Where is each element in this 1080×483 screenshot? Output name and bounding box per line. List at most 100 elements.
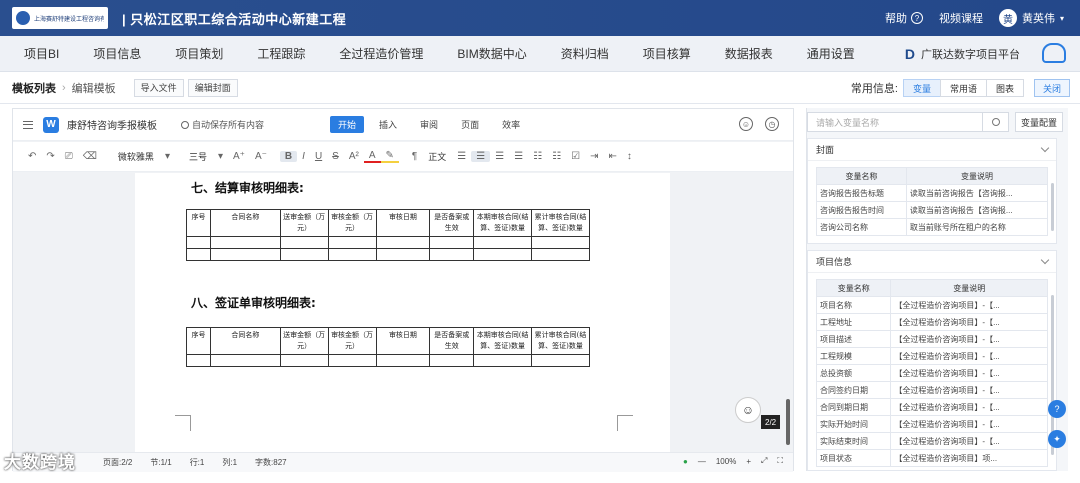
tab-start[interactable]: 开始 (330, 116, 365, 133)
font-shrink-icon[interactable]: A⁻ (250, 151, 272, 162)
font-color-icon[interactable]: A (363, 150, 381, 163)
highlight-icon[interactable]: ✎ (380, 150, 399, 163)
format-toolbar: ↶ ↷ ⎚ ⌫ 微软雅黑 ▾ 三号 ▾ A⁺ A⁻ B I U S A² A ✎… (13, 142, 793, 172)
nav-item-project-info[interactable]: 项目信息 (76, 36, 158, 72)
search-button[interactable] (983, 112, 1009, 132)
table-row[interactable]: 咨询公司名称 取当前账号所在租户的名称 (816, 218, 1049, 236)
sync-status-icon[interactable]: ● (683, 457, 688, 466)
table-row[interactable]: 项目状态 【全过程造价咨询项目】项... (815, 449, 1048, 467)
paragraph-style-select[interactable]: 正文 (422, 150, 452, 163)
video-course-link[interactable]: 视频课程 (939, 10, 983, 26)
seg-charts[interactable]: 图表 (985, 79, 1024, 97)
align-left-icon[interactable]: ☰ (452, 151, 471, 162)
checklist-icon[interactable]: ☑ (566, 151, 585, 162)
nav-item-tracking[interactable]: 工程跟踪 (240, 36, 322, 72)
help-book-icon[interactable]: ? (1048, 400, 1066, 418)
editor-scrollbar[interactable] (786, 399, 790, 445)
indent-icon[interactable]: ⇥ (585, 151, 603, 162)
project-variables-card: 项目信息 变量名称 变量说明 项目名称 【全过程造价咨询项目】-【... 工程地址【… (807, 250, 1057, 471)
underline-icon[interactable]: U (310, 151, 327, 162)
tab-insert[interactable]: 插入 (371, 116, 405, 133)
edit-cover-button[interactable]: 编辑封面 (187, 78, 238, 97)
line-spacing-icon[interactable]: ↕ (622, 151, 637, 162)
font-family-select[interactable]: 微软雅黑 (112, 150, 160, 163)
strikethrough-icon[interactable]: S (327, 151, 344, 162)
clock-icon[interactable]: ◷ (765, 117, 779, 131)
tab-efficiency[interactable]: 效率 (494, 116, 528, 133)
table-row[interactable] (186, 354, 590, 367)
eraser-icon[interactable]: ⌫ (78, 151, 102, 162)
bold-icon[interactable]: B (279, 151, 298, 162)
table-row[interactable]: 咨询报告报告时间 读取当前咨询报告【咨询报... (816, 201, 1049, 219)
platform-switch[interactable]: D 广联达数字项目平台 (905, 36, 1020, 72)
zoom-in-icon[interactable]: + (746, 457, 751, 466)
fit-page-icon[interactable]: ⤢ (761, 456, 767, 466)
italic-icon[interactable]: I (297, 151, 310, 162)
close-button[interactable]: 关闭 (1033, 79, 1070, 97)
table-row[interactable] (186, 236, 590, 249)
table-row[interactable]: 实际结束时间 【全过程造价咨询项目】-【... (815, 432, 1048, 450)
settlement-audit-table[interactable]: 序号 合同名称 送审金额（万元） 审核金额（万元） 审核日期 是否备案或生效 本… (186, 209, 590, 261)
cloud-icon[interactable] (1042, 43, 1066, 63)
table-row[interactable]: 总投资额 【全过程造价咨询项目】-【... (815, 364, 1048, 382)
undo-icon[interactable]: ↶ (23, 151, 41, 162)
nav-item-settings[interactable]: 通用设置 (790, 36, 872, 72)
font-grow-icon[interactable]: A⁺ (228, 151, 250, 162)
align-right-icon[interactable]: ☰ (490, 151, 509, 162)
section7-title: 七、结算审核明细表: (191, 181, 304, 195)
align-center-icon[interactable]: ☰ (471, 151, 491, 162)
user-menu[interactable]: 黄 黄英伟 ▾ (998, 9, 1064, 27)
nav-item-accounting[interactable]: 项目核算 (626, 36, 708, 72)
fullscreen-icon[interactable]: ⛶ (777, 456, 783, 466)
paragraph-style-icon[interactable]: ¶ (407, 151, 422, 162)
search-icon (991, 118, 1000, 126)
assistant-float-icon[interactable]: ☺ (735, 397, 761, 423)
table-row[interactable] (186, 248, 590, 261)
lightbulb-icon[interactable]: ✦ (1048, 430, 1066, 448)
project-section-header[interactable]: 项目信息 (808, 251, 1056, 273)
variable-search-input[interactable]: 请输入变量名称 (807, 112, 983, 132)
nav-item-planning[interactable]: 项目策划 (158, 36, 240, 72)
visa-audit-table[interactable]: 序号 合同名称 送审金额（万元） 审核金额（万元） 审核日期 是否备案或生效 本… (186, 327, 590, 367)
tab-review[interactable]: 审阅 (412, 116, 446, 133)
status-col: 列:1 (222, 458, 238, 467)
help-button[interactable]: 帮助 ? (885, 10, 923, 26)
assistant-icon[interactable]: ☺ (739, 117, 753, 131)
redo-icon[interactable]: ↷ (41, 151, 59, 162)
nav-item-bim[interactable]: BIM数据中心 (440, 36, 543, 72)
seg-variables[interactable]: 变量 (902, 79, 941, 97)
section8-title: 八、签证单审核明细表: (191, 296, 316, 310)
cover-section-header[interactable]: 封面 (808, 139, 1056, 161)
table-row[interactable]: 咨询报告报告标题 读取当前咨询报告【咨询报... (816, 184, 1049, 202)
table-row[interactable]: 项目名称 【全过程造价咨询项目】-【... (815, 296, 1048, 314)
numbered-list-icon[interactable]: ☷ (547, 151, 566, 162)
table-row[interactable]: 工程地址 【全过程造价咨询项目】-【... (815, 313, 1048, 331)
tab-page[interactable]: 页面 (453, 116, 487, 133)
hamburger-menu-icon[interactable] (23, 120, 33, 129)
table-row[interactable]: 合同签约日期 【全过程造价咨询项目】-【... (815, 381, 1048, 399)
nav-item-bi[interactable]: 项目BI (0, 36, 76, 72)
nav-item-cost[interactable]: 全过程造价管理 (322, 36, 440, 72)
superscript-icon[interactable]: A² (344, 151, 364, 162)
table-row[interactable]: 实际开始时间 【全过程造价咨询项目】-【... (815, 415, 1048, 433)
import-file-button[interactable]: 导入文件 (133, 78, 184, 97)
outdent-icon[interactable]: ⇤ (603, 151, 621, 162)
font-size-select[interactable]: 三号 (183, 150, 213, 163)
cover-scrollbar[interactable] (1051, 183, 1054, 231)
nav-item-archive[interactable]: 资料归档 (544, 36, 626, 72)
table-row[interactable]: 项目描述 【全过程造价咨询项目】-【... (815, 330, 1048, 348)
align-justify-icon[interactable]: ☰ (509, 151, 528, 162)
project-title[interactable]: | 只松江区职工综合活动中心新建工程 (122, 9, 346, 28)
table-row[interactable]: 工程规模 【全过程造价咨询项目】-【... (815, 347, 1048, 365)
crumb-template-list[interactable]: 模板列表 (12, 80, 56, 96)
zoom-level[interactable]: 100% (716, 457, 736, 466)
seg-phrases[interactable]: 常用语 (939, 79, 987, 97)
table-row[interactable]: 合同到期日期 【全过程造价咨询项目】-【... (815, 398, 1048, 416)
table-header: 合同名称 (209, 327, 281, 355)
document-page[interactable]: 七、结算审核明细表: 序号 合同名称 送审金额（万元） 审核金额（万元） 审核日… (135, 173, 670, 453)
nav-item-reports[interactable]: 数据报表 (708, 36, 790, 72)
bullet-list-icon[interactable]: ☷ (528, 151, 547, 162)
variable-config-button[interactable]: 变量配置 (1015, 112, 1063, 132)
zoom-out-icon[interactable]: — (698, 457, 706, 466)
format-painter-icon[interactable]: ⎚ (60, 151, 78, 162)
